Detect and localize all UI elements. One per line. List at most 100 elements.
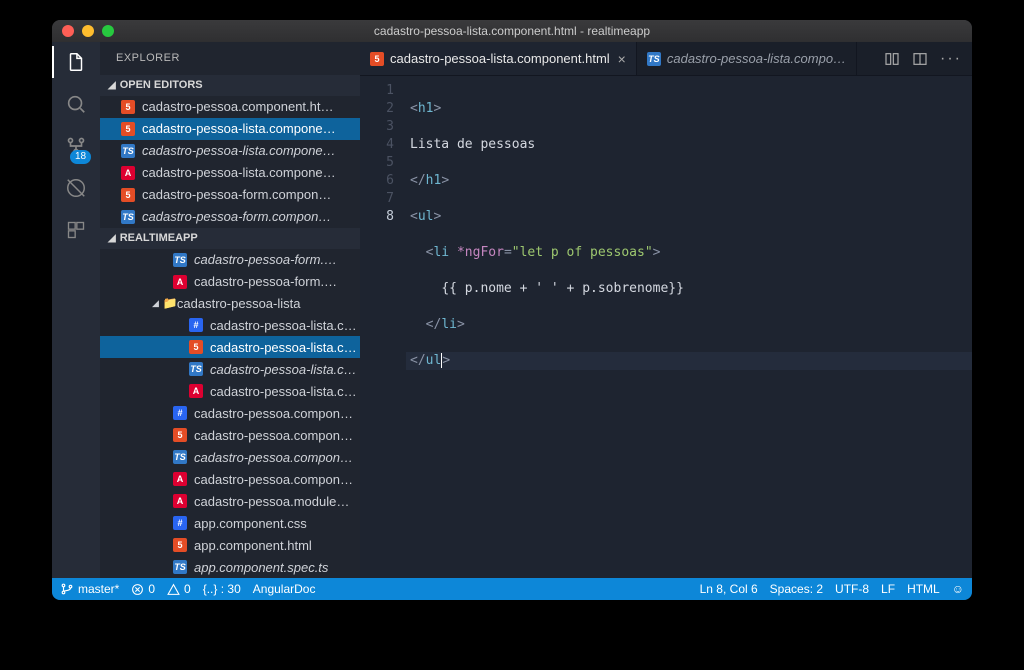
compare-icon[interactable]: [884, 51, 900, 67]
open-editors-header[interactable]: ◢ OPEN EDITORS: [100, 75, 360, 96]
file-item[interactable]: TS app.component.spec.ts: [100, 556, 360, 578]
editor-body[interactable]: 1 2 3 4 5 6 7 8 <h1> Lista de pessoas </…: [360, 76, 972, 578]
file-label: cadastro-pessoa-form.…: [194, 274, 337, 289]
more-icon[interactable]: ···: [940, 50, 962, 68]
css-file-icon: #: [189, 318, 203, 332]
html-file-icon: 5: [121, 122, 135, 136]
ts-file-icon: TS: [173, 560, 187, 574]
file-item[interactable]: # app.component.css: [100, 512, 360, 534]
tab-bar: 5 cadastro-pessoa-lista.component.html ×…: [360, 42, 972, 76]
file-item[interactable]: 5 app.component.html: [100, 534, 360, 556]
cursor-position[interactable]: Ln 8, Col 6: [700, 582, 758, 596]
extensions-icon[interactable]: [64, 218, 88, 242]
file-item[interactable]: TS cadastro-pessoa-lista.c…: [100, 358, 360, 380]
status-bar: master* 0 0 {..} : 30 AngularDoc Ln 8, C…: [52, 578, 972, 600]
ng-file-icon: A: [173, 472, 187, 486]
file-tree-before: TS cadastro-pessoa-form.… A cadastro-pes…: [100, 249, 360, 293]
file-item[interactable]: TS cadastro-pessoa-form.…: [100, 249, 360, 271]
file-label: cadastro-pessoa-form.compon…: [142, 209, 331, 224]
file-item[interactable]: A cadastro-pessoa.compon…: [100, 468, 360, 490]
code-content[interactable]: <h1> Lista de pessoas </h1> <ul> <li *ng…: [406, 76, 972, 578]
tab-label: cadastro-pessoa-lista.component.html: [390, 51, 610, 66]
file-label: cadastro-pessoa-lista.c…: [210, 318, 357, 333]
ts-file-icon: TS: [189, 362, 203, 376]
ng-file-icon: A: [189, 384, 203, 398]
vscode-window: cadastro-pessoa-lista.component.html - r…: [52, 20, 972, 600]
file-item[interactable]: # cadastro-pessoa-lista.c…: [100, 314, 360, 336]
file-item[interactable]: 5 cadastro-pessoa-lista.compone…: [100, 118, 360, 140]
file-label: cadastro-pessoa.compon…: [194, 406, 353, 421]
file-item[interactable]: 5 cadastro-pessoa-lista.c…: [100, 336, 360, 358]
line-gutter: 1 2 3 4 5 6 7 8: [360, 76, 406, 578]
file-item[interactable]: A cadastro-pessoa-form.…: [100, 271, 360, 293]
source-control-icon[interactable]: 18: [64, 134, 88, 158]
file-label: cadastro-pessoa.compon…: [194, 428, 353, 443]
html-file-icon: 5: [121, 188, 135, 202]
eol[interactable]: LF: [881, 582, 895, 596]
chevron-down-icon: ◢: [108, 233, 116, 244]
file-label: cadastro-pessoa-lista.c…: [210, 362, 357, 377]
file-tree-after: # cadastro-pessoa.compon… 5 cadastro-pes…: [100, 402, 360, 578]
explorer-title: EXPLORER: [100, 42, 360, 75]
tab-active[interactable]: 5 cadastro-pessoa-lista.component.html ×: [360, 42, 637, 75]
indentation[interactable]: Spaces: 2: [770, 582, 823, 596]
tab-label: cadastro-pessoa-lista.compo…: [667, 51, 846, 66]
css-file-icon: #: [173, 516, 187, 530]
ng-file-icon: A: [173, 494, 187, 508]
file-label: cadastro-pessoa-lista.compone…: [142, 143, 336, 158]
errors-count[interactable]: 0: [131, 582, 155, 596]
debug-icon[interactable]: [64, 176, 88, 200]
file-item[interactable]: TS cadastro-pessoa-lista.compone…: [100, 140, 360, 162]
folder-icon: 📁: [163, 296, 177, 310]
maximize-icon[interactable]: [102, 25, 114, 37]
file-label: cadastro-pessoa.component.ht…: [142, 99, 334, 114]
project-header[interactable]: ◢ REALTIMEAPP: [100, 228, 360, 249]
ts-file-icon: TS: [173, 450, 187, 464]
titlebar: cadastro-pessoa-lista.component.html - r…: [52, 20, 972, 42]
file-item[interactable]: TS cadastro-pessoa.compon…: [100, 446, 360, 468]
folder-row[interactable]: ◢ 📁 cadastro-pessoa-lista: [100, 293, 360, 314]
minimize-icon[interactable]: [82, 25, 94, 37]
file-item[interactable]: 5 cadastro-pessoa.compon…: [100, 424, 360, 446]
explorer-panel: EXPLORER ◢ OPEN EDITORS 5 cadastro-pesso…: [100, 42, 360, 578]
tab-actions: ···: [874, 42, 972, 75]
git-branch[interactable]: master*: [60, 582, 119, 596]
file-label: app.component.html: [194, 538, 312, 553]
feedback-icon[interactable]: ☺: [952, 582, 964, 596]
angular-doc[interactable]: AngularDoc: [253, 582, 316, 596]
html-file-icon: 5: [121, 100, 135, 114]
close-icon[interactable]: ×: [618, 51, 626, 67]
file-label: cadastro-pessoa.module…: [194, 494, 349, 509]
file-item[interactable]: # cadastro-pessoa.compon…: [100, 402, 360, 424]
ng-file-icon: A: [121, 166, 135, 180]
tab-inactive[interactable]: TS cadastro-pessoa-lista.compo…: [637, 42, 857, 75]
file-label: cadastro-pessoa-lista.compone…: [142, 165, 336, 180]
file-item[interactable]: A cadastro-pessoa-lista.c…: [100, 380, 360, 402]
prettier-status[interactable]: {..} : 30: [203, 582, 241, 596]
file-item[interactable]: 5 cadastro-pessoa.component.ht…: [100, 96, 360, 118]
open-editors-label: OPEN EDITORS: [120, 79, 203, 91]
project-label: REALTIMEAPP: [120, 232, 198, 244]
file-item[interactable]: 5 cadastro-pessoa-form.compon…: [100, 184, 360, 206]
close-icon[interactable]: [62, 25, 74, 37]
file-label: app.component.css: [194, 516, 307, 531]
file-label: cadastro-pessoa-lista.c…: [210, 340, 357, 355]
language-mode[interactable]: HTML: [907, 582, 940, 596]
ng-file-icon: A: [173, 275, 187, 289]
file-item[interactable]: TS cadastro-pessoa-form.compon…: [100, 206, 360, 228]
explorer-icon[interactable]: [64, 50, 88, 74]
open-editors-list: 5 cadastro-pessoa.component.ht… 5 cadast…: [100, 96, 360, 228]
file-label: cadastro-pessoa.compon…: [194, 450, 353, 465]
file-item[interactable]: A cadastro-pessoa-lista.compone…: [100, 162, 360, 184]
editor-area: 5 cadastro-pessoa-lista.component.html ×…: [360, 42, 972, 578]
ts-file-icon: TS: [121, 144, 135, 158]
encoding[interactable]: UTF-8: [835, 582, 869, 596]
file-tree-children: # cadastro-pessoa-lista.c… 5 cadastro-pe…: [100, 314, 360, 402]
file-label: cadastro-pessoa.compon…: [194, 472, 353, 487]
warnings-count[interactable]: 0: [167, 582, 191, 596]
ts-file-icon: TS: [121, 210, 135, 224]
search-icon[interactable]: [64, 92, 88, 116]
file-item[interactable]: A cadastro-pessoa.module…: [100, 490, 360, 512]
split-editor-icon[interactable]: [912, 51, 928, 67]
chevron-down-icon: ◢: [152, 298, 159, 309]
